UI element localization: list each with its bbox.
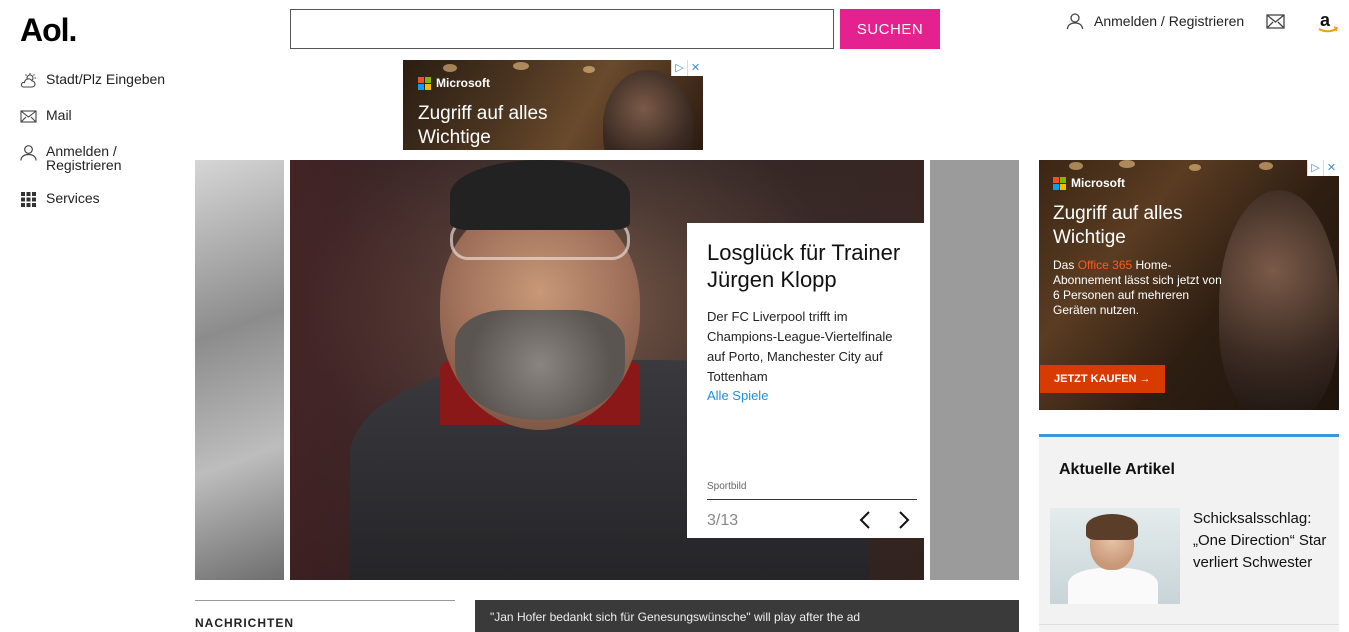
story-divider (707, 499, 917, 500)
ad-decoration (1259, 162, 1273, 170)
chevron-left-icon (859, 511, 870, 529)
side-ad-headline: Zugriff auf alles Wichtige (1053, 203, 1183, 248)
aol-homepage: Aol. SUCHEN Anmelden / Registrieren a St… (0, 0, 1349, 632)
search-input[interactable] (290, 9, 834, 49)
side-ad-banner[interactable]: Microsoft Zugriff auf alles Wichtige Das… (1039, 160, 1339, 410)
weather-icon (20, 73, 36, 88)
carousel-next-slide[interactable] (930, 160, 1019, 580)
side-ad-body-pre: Das (1053, 258, 1078, 272)
adchoices-icon[interactable]: ▷ ✕ (1307, 160, 1339, 176)
ad-decoration (1119, 160, 1135, 168)
aol-logo[interactable]: Aol. (20, 12, 77, 49)
thumbnail-hair (1086, 514, 1138, 540)
article-thumbnail[interactable] (1050, 508, 1180, 604)
mail-icon (1266, 14, 1285, 29)
ad-decoration (1069, 162, 1083, 170)
user-icon (20, 145, 37, 161)
amazon-icon: a (1318, 10, 1339, 33)
header-login-label: Anmelden / Registrieren (1094, 13, 1245, 29)
video-preroll-bar[interactable]: "Jan Hofer bedankt sich für Genesungswün… (475, 600, 1019, 632)
search-button[interactable]: SUCHEN (840, 9, 940, 49)
chevron-right-icon (899, 511, 910, 529)
mail-icon (20, 110, 37, 123)
nav-weather-label: Stadt/Plz Eingeben (46, 71, 166, 87)
nav-item-weather[interactable]: Stadt/Plz Eingeben (20, 72, 180, 89)
microsoft-brand: Microsoft (418, 76, 490, 90)
story-title[interactable]: Losglück für Trainer Jürgen Klopp (707, 239, 904, 293)
adchoices-icon[interactable]: ▷ ✕ (671, 60, 703, 76)
carousel-next-button[interactable] (892, 509, 914, 531)
side-ad-body: Das Office 365 Home-Abonnement lässt sic… (1053, 258, 1223, 318)
story-source: Sportbild (707, 481, 747, 492)
article-link[interactable]: Schicksalsschlag: „One Direction“ Star v… (1193, 508, 1333, 574)
side-ad-cta-button[interactable]: JETZT KAUFEN → (1040, 365, 1165, 393)
story-link[interactable]: Alle Spiele (707, 387, 904, 405)
top-ad-banner[interactable]: Microsoft Zugriff auf alles Wichtige ▷ ✕ (403, 60, 703, 150)
carousel-previous-slide[interactable] (195, 160, 284, 580)
ad-person-image (603, 70, 693, 150)
microsoft-brand: Microsoft (1053, 176, 1125, 190)
nav-item-services[interactable]: Services (20, 191, 180, 208)
aktuelle-artikel-title: Aktuelle Artikel (1059, 461, 1175, 478)
carousel-prev-button[interactable] (855, 509, 877, 531)
nav-login-label: Anmelden / Registrieren (46, 143, 122, 173)
microsoft-logo-icon (418, 76, 431, 90)
side-ad-body-highlight: Office 365 (1077, 258, 1133, 272)
news-section-label[interactable]: NACHRICHTEN (195, 616, 294, 630)
nav-mail-label: Mail (46, 107, 72, 123)
carousel-story-card: Losglück für Trainer Jürgen Klopp Der FC… (687, 223, 924, 538)
left-navigation: Stadt/Plz Eingeben Mail Anmelden / Regis… (20, 72, 180, 227)
ad-decoration (513, 62, 529, 70)
svg-text:a: a (1320, 10, 1331, 30)
user-icon (1066, 13, 1084, 30)
story-text: Der FC Liverpool trifft im Champions-Lea… (707, 309, 893, 384)
ad-decoration (1189, 164, 1201, 171)
aktuelle-artikel-panel: Aktuelle Artikel Schicksalsschlag: „One … (1039, 434, 1339, 632)
nav-item-mail[interactable]: Mail (20, 108, 180, 125)
article-divider (1039, 624, 1339, 625)
hero-cap (450, 160, 630, 230)
nav-item-login[interactable]: Anmelden / Registrieren (20, 144, 180, 172)
ad-decoration (583, 66, 595, 73)
header-login-link[interactable]: Anmelden / Registrieren (1066, 12, 1244, 30)
ad-decoration (443, 64, 457, 72)
nav-services-label: Services (46, 190, 100, 206)
top-ad-brand: Microsoft (436, 76, 490, 90)
amazon-button[interactable]: a (1316, 10, 1340, 39)
microsoft-logo-icon (1053, 176, 1066, 190)
thumbnail-shirt (1068, 568, 1158, 604)
side-ad-brand: Microsoft (1071, 176, 1125, 190)
hero-beard (455, 310, 625, 420)
slide-counter: 3/13 (707, 512, 739, 529)
ad-person-image (1219, 190, 1339, 410)
grid-icon (21, 192, 36, 207)
top-ad-headline: Zugriff auf alles Wichtige (418, 103, 548, 148)
header-mail-button[interactable] (1266, 14, 1285, 34)
news-divider (195, 600, 455, 601)
